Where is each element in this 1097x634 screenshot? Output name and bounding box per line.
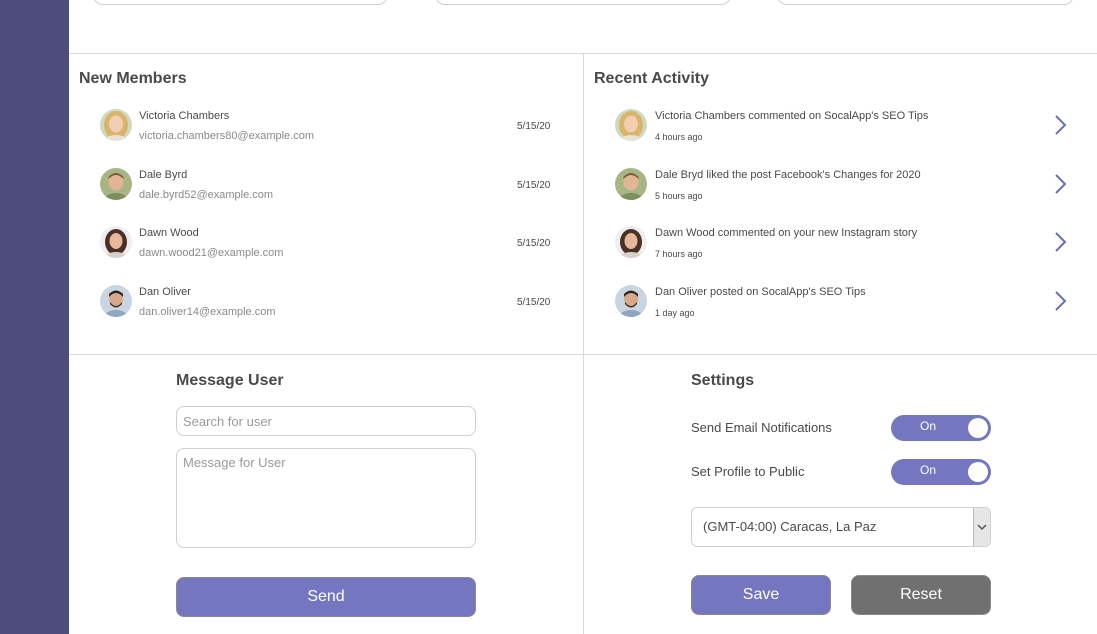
chevron-right-icon[interactable] bbox=[1053, 289, 1069, 313]
activity-time: 4 hours ago bbox=[655, 132, 703, 142]
chevron-right-icon[interactable] bbox=[1053, 113, 1069, 137]
avatar bbox=[615, 168, 647, 200]
member-row[interactable]: Dawn Wood dawn.wood21@example.com 5/15/2… bbox=[69, 223, 583, 273]
message-user-panel: Message User Send bbox=[69, 355, 584, 634]
chevron-right-icon[interactable] bbox=[1053, 172, 1069, 196]
timezone-value: (GMT-04:00) Caracas, La Paz bbox=[703, 519, 877, 534]
member-date: 5/15/20 bbox=[517, 180, 551, 191]
member-name: Dale Byrd bbox=[139, 169, 188, 181]
member-email: dale.byrd52@example.com bbox=[139, 189, 274, 201]
activity-time: 7 hours ago bbox=[655, 249, 703, 259]
profile-public-label: Set Profile to Public bbox=[691, 464, 805, 479]
email-notifications-toggle[interactable]: On bbox=[891, 415, 991, 441]
activity-time: 5 hours ago bbox=[655, 191, 703, 201]
member-name: Dan Oliver bbox=[139, 286, 191, 298]
member-date: 5/15/20 bbox=[517, 238, 551, 249]
avatar bbox=[100, 285, 132, 317]
settings-panel: Settings Send Email Notifications On Set… bbox=[584, 355, 1097, 634]
activity-row[interactable]: Dan Oliver posted on SocalApp's SEO Tips… bbox=[584, 282, 1097, 332]
avatar bbox=[100, 168, 132, 200]
message-user-title: Message User bbox=[176, 372, 284, 389]
toggle-knob bbox=[968, 418, 988, 438]
send-button[interactable]: Send bbox=[176, 577, 476, 617]
new-members-panel: New Members Victoria Chambers victoria.c… bbox=[69, 54, 584, 355]
member-date: 5/15/20 bbox=[517, 297, 551, 308]
avatar bbox=[615, 285, 647, 317]
toggle-state: On bbox=[920, 419, 937, 433]
member-row[interactable]: Dale Byrd dale.byrd52@example.com 5/15/2… bbox=[69, 165, 583, 215]
top-cards-strip bbox=[69, 0, 1097, 54]
member-date: 5/15/20 bbox=[517, 121, 551, 132]
settings-title: Settings bbox=[691, 372, 755, 389]
profile-public-toggle[interactable]: On bbox=[891, 459, 991, 485]
email-notifications-label: Send Email Notifications bbox=[691, 420, 832, 435]
activity-row[interactable]: Dawn Wood commented on your new Instagra… bbox=[584, 223, 1097, 273]
reset-button[interactable]: Reset bbox=[851, 575, 991, 615]
avatar bbox=[100, 226, 132, 258]
toggle-knob bbox=[968, 462, 988, 482]
member-email: dan.oliver14@example.com bbox=[139, 306, 276, 318]
save-button[interactable]: Save bbox=[691, 575, 831, 615]
activity-time: 1 day ago bbox=[655, 308, 695, 318]
activity-text: Dan Oliver posted on SocalApp's SEO Tips bbox=[655, 286, 866, 298]
chevron-right-icon[interactable] bbox=[1053, 230, 1069, 254]
top-card-2 bbox=[435, 0, 731, 5]
avatar bbox=[100, 109, 132, 141]
dropdown-arrow bbox=[973, 508, 990, 546]
recent-activity-title: Recent Activity bbox=[594, 70, 709, 87]
message-textarea[interactable] bbox=[176, 448, 476, 548]
activity-row[interactable]: Victoria Chambers commented on SocalApp'… bbox=[584, 106, 1097, 156]
member-name: Victoria Chambers bbox=[139, 110, 230, 122]
activity-text: Dale Bryd liked the post Facebook's Chan… bbox=[655, 169, 921, 181]
sidebar bbox=[0, 0, 69, 634]
timezone-select[interactable]: (GMT-04:00) Caracas, La Paz bbox=[691, 507, 991, 547]
new-members-title: New Members bbox=[79, 70, 187, 87]
activity-text: Dawn Wood commented on your new Instagra… bbox=[655, 227, 918, 239]
search-user-input[interactable] bbox=[176, 406, 476, 436]
avatar bbox=[615, 109, 647, 141]
main-content: New Members Victoria Chambers victoria.c… bbox=[69, 0, 1097, 634]
member-name: Dawn Wood bbox=[139, 227, 199, 239]
avatar bbox=[615, 226, 647, 258]
top-card-1 bbox=[93, 0, 388, 5]
member-row[interactable]: Victoria Chambers victoria.chambers80@ex… bbox=[69, 106, 583, 156]
recent-activity-panel: Recent Activity Victoria Chambers commen… bbox=[584, 54, 1097, 355]
member-email: victoria.chambers80@example.com bbox=[139, 130, 315, 142]
toggle-state: On bbox=[920, 463, 937, 477]
activity-text: Victoria Chambers commented on SocalApp'… bbox=[655, 110, 929, 122]
member-email: dawn.wood21@example.com bbox=[139, 247, 284, 259]
member-row[interactable]: Dan Oliver dan.oliver14@example.com 5/15… bbox=[69, 282, 583, 332]
activity-row[interactable]: Dale Bryd liked the post Facebook's Chan… bbox=[584, 165, 1097, 215]
top-card-3 bbox=[777, 0, 1074, 5]
chevron-down-icon bbox=[977, 524, 987, 531]
